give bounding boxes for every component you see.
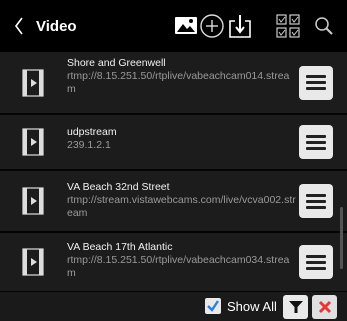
download-icon xyxy=(229,15,251,38)
video-file-icon xyxy=(22,128,44,156)
menu-line xyxy=(306,75,326,78)
item-menu-button[interactable] xyxy=(299,125,333,159)
menu-line xyxy=(306,81,326,84)
filter-button[interactable] xyxy=(283,295,308,319)
filter-icon xyxy=(288,301,303,313)
menu-line xyxy=(306,205,326,209)
list-item[interactable]: Shore and Greenwell rtmp://8.15.251.50/r… xyxy=(0,52,347,115)
list-item[interactable]: VA Beach 32nd Street rtmp://stream.vista… xyxy=(0,171,347,233)
add-circle-icon xyxy=(200,14,224,38)
menu-line xyxy=(306,266,326,270)
checkmark-icon xyxy=(207,300,219,312)
item-menu-button[interactable] xyxy=(299,245,333,279)
stream-name: VA Beach 32nd Street xyxy=(67,181,170,193)
download-button[interactable] xyxy=(228,0,252,52)
add-button[interactable] xyxy=(199,0,225,52)
video-file-icon xyxy=(22,248,44,276)
top-bar: Video xyxy=(0,0,347,52)
stream-url: rtmp://8.15.251.50/rtplive/vabeachcam014… xyxy=(67,70,290,95)
image-icon xyxy=(175,17,197,34)
video-file-icon xyxy=(22,187,44,215)
stream-url: rtmp://stream.vistawebcams.com/live/vcva… xyxy=(67,194,296,219)
show-all-checkbox[interactable] xyxy=(205,298,221,314)
checklist-grid-icon xyxy=(276,14,300,38)
menu-line xyxy=(306,134,326,138)
bottom-bar: Show All xyxy=(0,292,347,321)
select-all-button[interactable] xyxy=(276,0,300,52)
image-button[interactable] xyxy=(174,0,198,52)
show-all-toggle[interactable]: Show All xyxy=(205,298,277,314)
menu-line xyxy=(306,87,326,90)
stream-name: Shore and Greenwell xyxy=(67,57,166,69)
stream-url: 239.1.2.1 xyxy=(67,139,111,151)
list-item[interactable]: udpstream 239.1.2.1 xyxy=(0,115,347,171)
stream-name: VA Beach 17th Atlantic xyxy=(67,241,173,253)
menu-line xyxy=(306,193,326,197)
video-file-icon xyxy=(22,68,44,97)
menu-line xyxy=(306,140,326,144)
item-menu-button[interactable] xyxy=(299,184,333,218)
stream-url: rtmp://8.15.251.50/rtplive/vabeachcam034… xyxy=(67,254,290,279)
list-item[interactable]: VA Beach 17th Atlantic rtmp://8.15.251.5… xyxy=(0,233,347,292)
search-button[interactable] xyxy=(314,0,334,52)
item-menu-button[interactable] xyxy=(299,65,333,100)
stream-list: Shore and Greenwell rtmp://8.15.251.50/r… xyxy=(0,52,347,292)
stream-name: udpstream xyxy=(67,126,117,138)
menu-line xyxy=(306,199,326,203)
back-icon xyxy=(15,17,23,35)
search-icon xyxy=(315,17,333,35)
menu-line xyxy=(306,146,326,150)
menu-line xyxy=(306,260,326,264)
show-all-label: Show All xyxy=(227,298,277,314)
scrollbar[interactable] xyxy=(340,207,343,269)
back-button[interactable] xyxy=(8,0,30,52)
close-icon xyxy=(318,300,331,314)
menu-line xyxy=(306,254,326,258)
close-button[interactable] xyxy=(312,295,337,319)
page-title: Video xyxy=(36,17,77,35)
